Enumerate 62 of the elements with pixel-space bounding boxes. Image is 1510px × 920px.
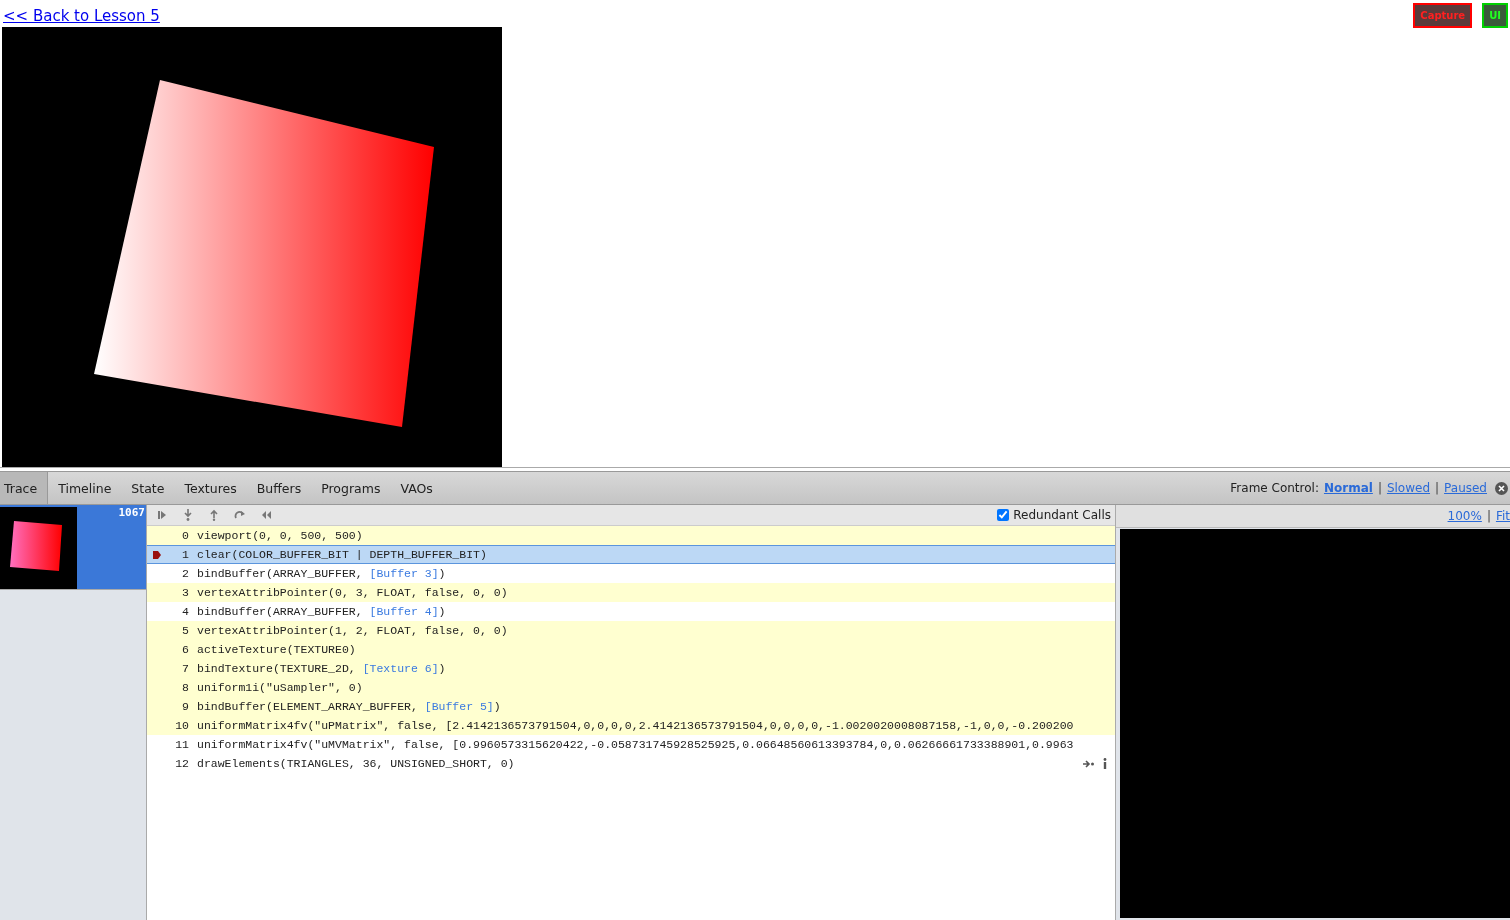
call-code: bindBuffer(ARRAY_BUFFER, [Buffer 4]): [197, 605, 446, 618]
call-code: uniformMatrix4fv("uPMatrix", false, [2.4142136573791504,0,0,0,0,2.4142136573791504,0,0,0,0,-1.0020020008087158,-1,0,0,-0.200200: [197, 719, 1074, 732]
separator-text: |: [1435, 481, 1440, 495]
call-code: drawElements(TRIANGLES, 36, UNSIGNED_SHORT, 0): [197, 757, 515, 770]
call-code: clear(COLOR_BUFFER_BIT | DEPTH_BUFFER_BIT): [197, 548, 487, 561]
tab[interactable]: Programs: [311, 472, 391, 504]
call-row[interactable]: 3 vertexAttribPointer(0, 3, FLOAT, false, 0, 0): [147, 583, 1115, 602]
close-icon[interactable]: [1495, 481, 1508, 495]
object-link[interactable]: [Buffer 4]: [369, 605, 439, 618]
call-index: 8: [181, 681, 189, 694]
frame-control-label: Frame Control:: [1230, 481, 1319, 495]
call-code: bindBuffer(ARRAY_BUFFER, [Buffer 3]): [197, 567, 446, 580]
ui-button[interactable]: UI: [1482, 3, 1508, 28]
info-icon[interactable]: [1103, 758, 1107, 769]
call-row[interactable]: 0 viewport(0, 0, 500, 500): [147, 526, 1115, 545]
call-index: 5: [181, 624, 189, 637]
call-code: uniform1i("uSampler", 0): [197, 681, 363, 694]
back-link[interactable]: << Back to Lesson 5: [3, 7, 160, 25]
call-index: 3: [181, 586, 189, 599]
frame-item[interactable]: 1067: [0, 505, 146, 590]
call-row[interactable]: 7 bindTexture(TEXTURE_2D, [Texture 6]): [147, 659, 1115, 678]
call-index: 0: [181, 529, 189, 542]
call-index: 2: [181, 567, 189, 580]
call-row[interactable]: 6 activeTexture(TEXTURE0): [147, 640, 1115, 659]
object-link[interactable]: [Texture 6]: [362, 662, 439, 675]
zoom-link[interactable]: 100%: [1447, 509, 1482, 523]
call-code: vertexAttribPointer(0, 3, FLOAT, false, 0, 0): [197, 586, 508, 599]
call-row[interactable]: 5 vertexAttribPointer(1, 2, FLOAT, false, 0, 0): [147, 621, 1115, 640]
object-link[interactable]: [Buffer 5]: [424, 700, 494, 713]
call-index: 1: [181, 548, 189, 561]
tab[interactable]: Textures: [174, 472, 247, 504]
object-link[interactable]: [Buffer 3]: [369, 567, 439, 580]
frame-number: 1067: [117, 505, 146, 521]
call-index: 4: [181, 605, 189, 618]
call-index: 6: [181, 643, 189, 656]
redundant-calls-checkbox[interactable]: [997, 509, 1010, 521]
call-index: 12: [174, 757, 189, 770]
call-row[interactable]: 10 uniformMatrix4fv("uPMatrix", false, [2.4142136573791504,0,0,0,0,2.4142136573791504,0,0,0,0,-1.0020020008087158,-1,0,0,-0.200200: [147, 716, 1115, 735]
call-code: bindTexture(TEXTURE_2D, [Texture 6]): [197, 662, 446, 675]
tab[interactable]: Trace: [0, 472, 49, 504]
tab[interactable]: Timeline: [48, 472, 122, 504]
separator-text: |: [1377, 481, 1382, 495]
breakpoint-icon: [152, 549, 162, 560]
separator-text: |: [1486, 509, 1491, 523]
call-index: 9: [181, 700, 189, 713]
call-row[interactable]: 1 clear(COLOR_BUFFER_BIT | DEPTH_BUFFER_BIT): [147, 545, 1115, 564]
call-index: 7: [181, 662, 189, 675]
call-code: uniformMatrix4fv("uMVMatrix", false, [0.9960573315620422,-0.058731745928525925,0.06648560613393784,0,0.06266661733388901,0.9963: [197, 738, 1074, 751]
call-row[interactable]: 9 bindBuffer(ELEMENT_ARRAY_BUFFER, [Buffer 5]): [147, 697, 1115, 716]
call-code: vertexAttribPointer(1, 2, FLOAT, false, 0, 0): [197, 624, 508, 637]
call-index: 11: [174, 738, 189, 751]
tab[interactable]: VAOs: [390, 472, 443, 504]
tab[interactable]: Buffers: [246, 472, 312, 504]
call-code: viewport(0, 0, 500, 500): [197, 529, 363, 542]
checkbox-label: Redundant Calls: [1013, 508, 1111, 522]
tab[interactable]: State: [121, 472, 175, 504]
call-index: 10: [174, 719, 189, 732]
call-row[interactable]: 8 uniform1i("uSampler", 0): [147, 678, 1115, 697]
call-code: activeTexture(TEXTURE0): [197, 643, 356, 656]
arrow-icon[interactable]: [1083, 759, 1095, 768]
zoom-link[interactable]: Fit: [1495, 509, 1510, 523]
call-code: bindBuffer(ELEMENT_ARRAY_BUFFER, [Buffer 5]): [197, 700, 501, 713]
